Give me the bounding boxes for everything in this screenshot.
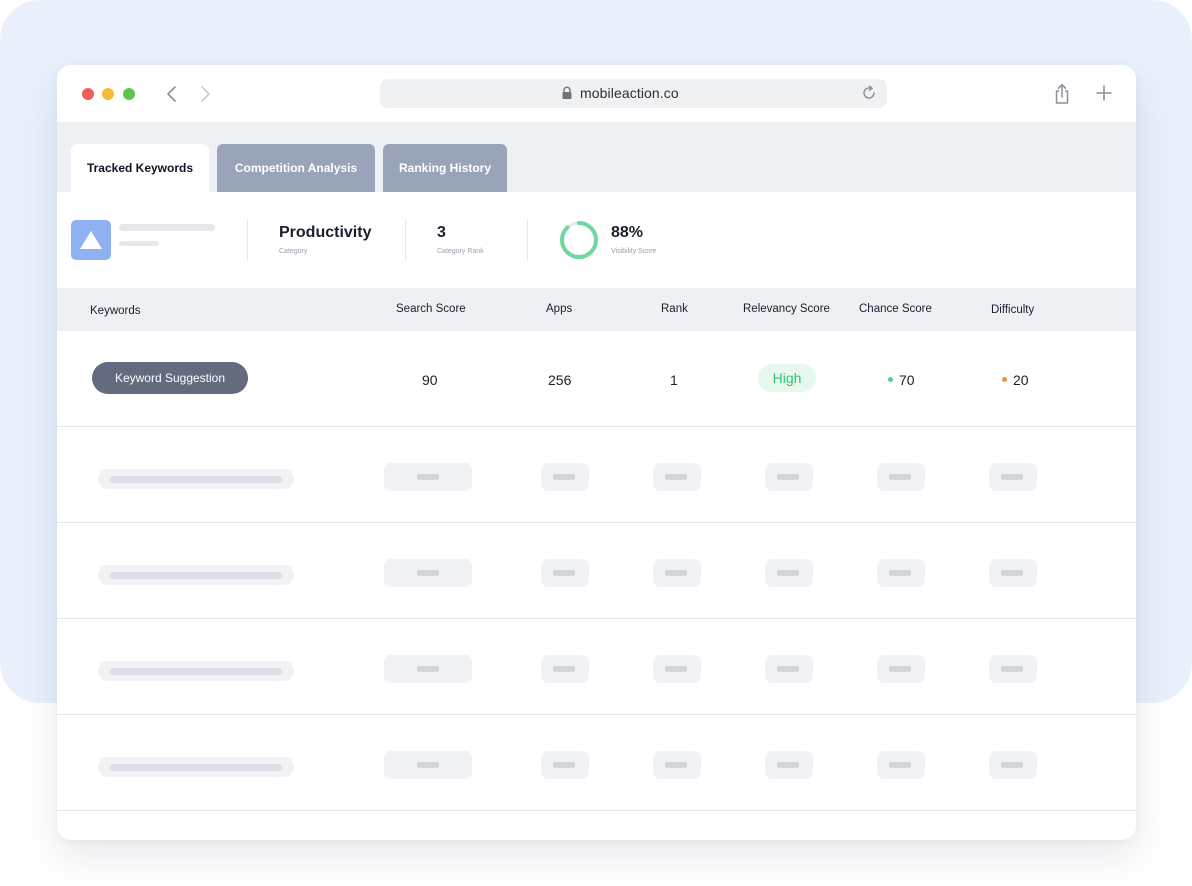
cell-placeholder <box>765 655 813 683</box>
cell-placeholder <box>541 655 589 683</box>
cell-placeholder <box>765 559 813 587</box>
rank-value: 1 <box>670 372 678 388</box>
keyword-placeholder <box>98 565 294 585</box>
column-header-search-score: Search Score <box>396 303 466 315</box>
table-row: Keyword Suggestion 90 256 1 High 70 20 <box>57 331 1136 427</box>
cell-placeholder <box>653 559 701 587</box>
plus-icon[interactable] <box>1095 84 1113 102</box>
cell-placeholder <box>989 655 1037 683</box>
divider <box>405 220 406 260</box>
chance-score-value: 70 <box>899 372 915 388</box>
tab-tracked-keywords[interactable]: Tracked Keywords <box>71 144 209 192</box>
app-name-placeholder <box>119 224 215 231</box>
category-rank-label: Category Rank <box>437 248 484 255</box>
title-bar: mobileaction.co <box>57 65 1136 122</box>
column-header-keywords: Keywords <box>90 305 141 317</box>
cell-placeholder <box>765 751 813 779</box>
table-header: Keywords Search Score Apps Rank Relevanc… <box>57 288 1136 331</box>
cell-placeholder <box>384 463 472 491</box>
difficulty-value: 20 <box>1013 372 1029 388</box>
chance-status-dot <box>888 377 893 382</box>
divider <box>247 220 248 260</box>
app-info-bar: Productivity Category 3 Category Rank 88… <box>57 192 1136 288</box>
url-text: mobileaction.co <box>580 85 679 101</box>
cell-placeholder <box>384 751 472 779</box>
app-logo-icon <box>71 220 111 260</box>
visibility-ring <box>560 221 598 259</box>
cell-placeholder <box>877 463 925 491</box>
lock-icon <box>562 86 572 99</box>
forward-chevron-icon[interactable] <box>195 84 215 104</box>
category-label: Category <box>279 248 308 255</box>
cell-placeholder <box>541 463 589 491</box>
placeholder-row <box>57 523 1136 619</box>
cell-placeholder <box>877 655 925 683</box>
cell-placeholder <box>989 751 1037 779</box>
tab-strip: Tracked Keywords Competition Analysis Ra… <box>57 122 1136 192</box>
tab-competition-analysis[interactable]: Competition Analysis <box>217 144 375 192</box>
minimize-window-button[interactable] <box>102 88 114 100</box>
keyword-placeholder <box>98 661 294 681</box>
cell-placeholder <box>384 559 472 587</box>
placeholder-row <box>57 715 1136 811</box>
cell-placeholder <box>384 655 472 683</box>
maximize-window-button[interactable] <box>123 88 135 100</box>
back-chevron-icon[interactable] <box>162 84 182 104</box>
cell-placeholder <box>877 751 925 779</box>
app-subtitle-placeholder <box>119 241 159 246</box>
cell-placeholder <box>765 463 813 491</box>
cell-placeholder <box>541 751 589 779</box>
placeholder-row <box>57 427 1136 523</box>
relevancy-badge: High <box>758 364 816 392</box>
browser-window: mobileaction.co Tracked Keywords Competi… <box>57 65 1136 840</box>
divider <box>527 220 528 260</box>
cell-placeholder <box>989 463 1037 491</box>
cell-placeholder <box>989 559 1037 587</box>
search-score-value: 90 <box>422 372 438 388</box>
column-header-relevancy-score: Relevancy Score <box>743 303 830 315</box>
visibility-score-label: Visibility Score <box>611 248 657 255</box>
keyword-suggestion-button[interactable]: Keyword Suggestion <box>92 362 248 394</box>
share-icon[interactable] <box>1052 83 1072 105</box>
category-value: Productivity <box>279 224 372 241</box>
cell-placeholder <box>653 655 701 683</box>
cell-placeholder <box>877 559 925 587</box>
category-rank-value: 3 <box>437 224 446 241</box>
apps-value: 256 <box>548 372 572 388</box>
reload-icon[interactable] <box>861 85 877 101</box>
placeholder-row <box>57 619 1136 715</box>
keyword-placeholder <box>98 469 294 489</box>
tab-ranking-history[interactable]: Ranking History <box>383 144 507 192</box>
difficulty-status-dot <box>1002 377 1007 382</box>
address-bar[interactable]: mobileaction.co <box>380 79 887 108</box>
column-header-apps: Apps <box>546 303 573 315</box>
cell-placeholder <box>541 559 589 587</box>
cell-placeholder <box>653 751 701 779</box>
column-header-difficulty: Difficulty <box>991 304 1035 316</box>
cell-placeholder <box>653 463 701 491</box>
column-header-rank: Rank <box>661 303 688 315</box>
visibility-score-value: 88% <box>611 224 644 241</box>
keyword-placeholder <box>98 757 294 777</box>
close-window-button[interactable] <box>82 88 94 100</box>
column-header-chance-score: Chance Score <box>859 303 932 315</box>
